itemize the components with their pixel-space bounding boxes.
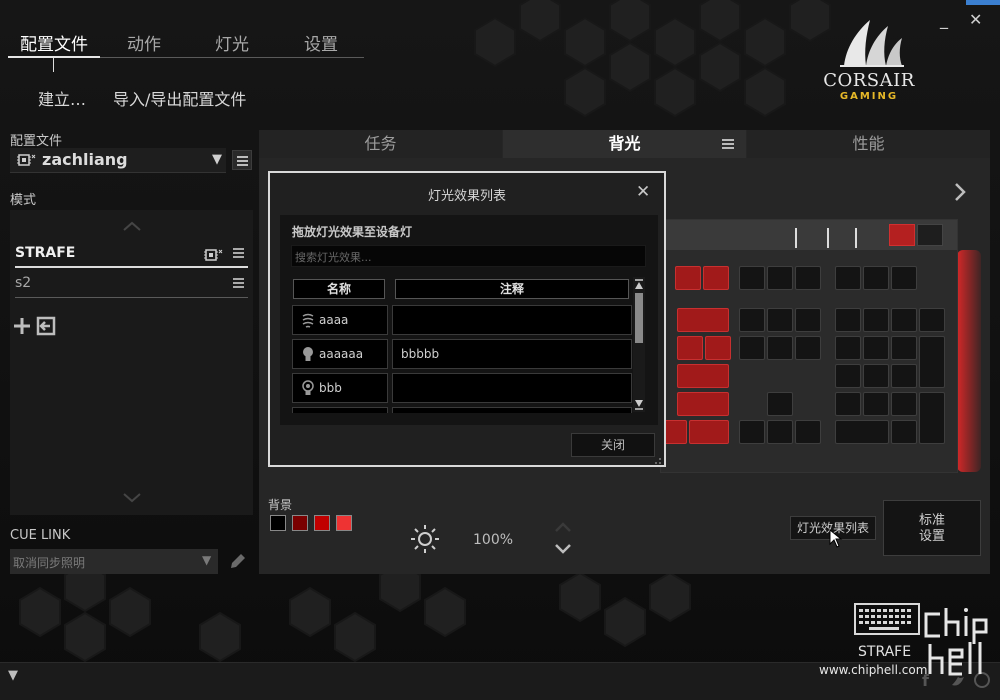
effect-name: aaaaaa [319, 347, 364, 361]
effect-name: bbb [319, 381, 342, 395]
active-tab-indicator [8, 56, 100, 58]
close-icon[interactable]: ✕ [636, 182, 650, 202]
color-swatch-red[interactable] [314, 515, 330, 531]
minimize-button[interactable]: _ [940, 10, 948, 29]
background-label: 背景 [268, 498, 293, 512]
profile-label: 配置文件 [10, 134, 63, 149]
keyboard-image [660, 219, 958, 473]
profile-name: zachliang [42, 150, 128, 169]
create-profile-link[interactable]: 建立… [38, 86, 86, 110]
chevron-down-icon: ▼ [212, 152, 222, 167]
import-mode-icon[interactable] [36, 316, 56, 336]
side-light-glow [957, 250, 981, 472]
profile-menu-button[interactable] [232, 150, 252, 170]
tab-tasks[interactable]: 任务 [259, 130, 502, 158]
chevron-down-icon: ▼ [202, 553, 212, 567]
dialog-instruction: 拖放灯光效果至设备灯 [292, 225, 413, 239]
watermark-url: www.chiphell.com [819, 663, 928, 677]
menu-icon[interactable] [233, 278, 245, 288]
window-edge-highlight [966, 0, 1000, 5]
color-swatch-dark-red[interactable] [292, 515, 308, 531]
color-swatch-black[interactable] [270, 515, 286, 531]
effect-search-input[interactable]: 搜索灯光效果... [291, 245, 646, 267]
chevron-right-icon[interactable] [953, 182, 967, 202]
tab-settings[interactable]: 设置 [304, 30, 338, 55]
column-header-note[interactable]: 注释 [395, 279, 629, 299]
table-row-partial [292, 407, 388, 413]
effect-name: aaaa [319, 313, 349, 327]
close-window-button[interactable]: ✕ [969, 10, 982, 29]
table-row-partial [392, 407, 632, 413]
mode-label: 模式 [10, 193, 37, 208]
effects-list-dialog: 灯光效果列表 ✕ 拖放灯光效果至设备灯 搜索灯光效果... 名称 注释 aaaa… [268, 171, 666, 467]
tab-backlight[interactable]: 背光 [503, 130, 746, 158]
table-cell-note[interactable] [392, 305, 632, 335]
menu-icon[interactable] [722, 139, 734, 149]
column-header-name[interactable]: 名称 [293, 279, 385, 299]
mouse-cursor-icon [829, 529, 843, 548]
scroll-down-arrow-icon[interactable] [634, 398, 644, 410]
brightness-down-icon[interactable] [553, 542, 573, 556]
bulb-icon [303, 347, 313, 361]
device-name: STRAFE [858, 644, 912, 660]
cue-link-label: CUE LINK [10, 528, 71, 543]
device-chip-icon [204, 249, 223, 261]
main-tabs: 任务 背光 性能 [259, 130, 990, 158]
dialog-title: 灯光效果列表 [427, 189, 506, 204]
lamp-icon [302, 380, 314, 395]
tab-performance[interactable]: 性能 [747, 130, 990, 158]
import-export-link[interactable]: 导入/导出配置文件 [113, 86, 246, 110]
dialog-close-button[interactable]: 关闭 [571, 433, 655, 457]
scroll-down-icon[interactable] [122, 492, 142, 504]
corsair-sails-logo-icon [840, 20, 904, 67]
mode-item-label: s2 [15, 275, 32, 291]
effects-scrollbar[interactable] [633, 277, 645, 412]
brightness-up-icon[interactable] [553, 520, 573, 534]
top-nav: 配置文件 动作 灯光 设置 [8, 30, 364, 72]
table-row[interactable]: bbb [292, 373, 388, 403]
mode-item-strafe[interactable]: STRAFE [15, 242, 248, 268]
resize-grip-icon[interactable] [654, 457, 662, 465]
brand-sub: GAMING [839, 91, 899, 102]
tab-lighting[interactable]: 灯光 [215, 30, 249, 55]
standard-settings-line2: 设置 [918, 529, 945, 544]
chiphell-watermark-logo [924, 608, 988, 676]
color-swatch-light-red[interactable] [336, 515, 352, 531]
expand-bar-icon[interactable]: ▼ [8, 668, 18, 683]
mode-panel: STRAFE s2 [10, 210, 253, 515]
table-row[interactable]: aaaa [292, 305, 388, 335]
effect-note: bbbbb [401, 347, 440, 361]
scroll-up-arrow-icon[interactable] [634, 279, 644, 291]
tab-profiles[interactable]: 配置文件 [20, 30, 88, 55]
mode-item-s2[interactable]: s2 [15, 272, 248, 298]
add-mode-icon[interactable] [12, 316, 32, 336]
table-cell-note[interactable]: bbbbb [392, 339, 632, 369]
brightness-sun-icon[interactable] [409, 523, 441, 555]
scroll-up-icon[interactable] [122, 220, 142, 232]
tab-actions[interactable]: 动作 [127, 30, 161, 55]
scrollbar-thumb[interactable] [635, 293, 643, 343]
standard-settings-button[interactable]: 标准 设置 [883, 500, 981, 556]
profile-select[interactable]: zachliang ▼ [10, 148, 226, 173]
keyboard-device-icon[interactable] [854, 603, 920, 635]
brand-name: CORSAIR [823, 70, 915, 91]
active-tab-pointer [53, 58, 54, 72]
table-cell-note[interactable] [392, 373, 632, 403]
pencil-icon[interactable] [228, 551, 248, 571]
menu-icon[interactable] [233, 248, 245, 258]
wave-icon [302, 313, 314, 328]
mode-item-label: STRAFE [15, 245, 76, 261]
brightness-value: 100% [473, 532, 514, 548]
standard-settings-line1: 标准 [918, 513, 945, 528]
cue-link-value: 取消同步照明 [13, 556, 86, 570]
table-row[interactable]: aaaaaa [292, 339, 388, 369]
device-chip-icon [17, 154, 36, 166]
cue-link-select[interactable]: 取消同步照明 ▼ [10, 549, 218, 574]
